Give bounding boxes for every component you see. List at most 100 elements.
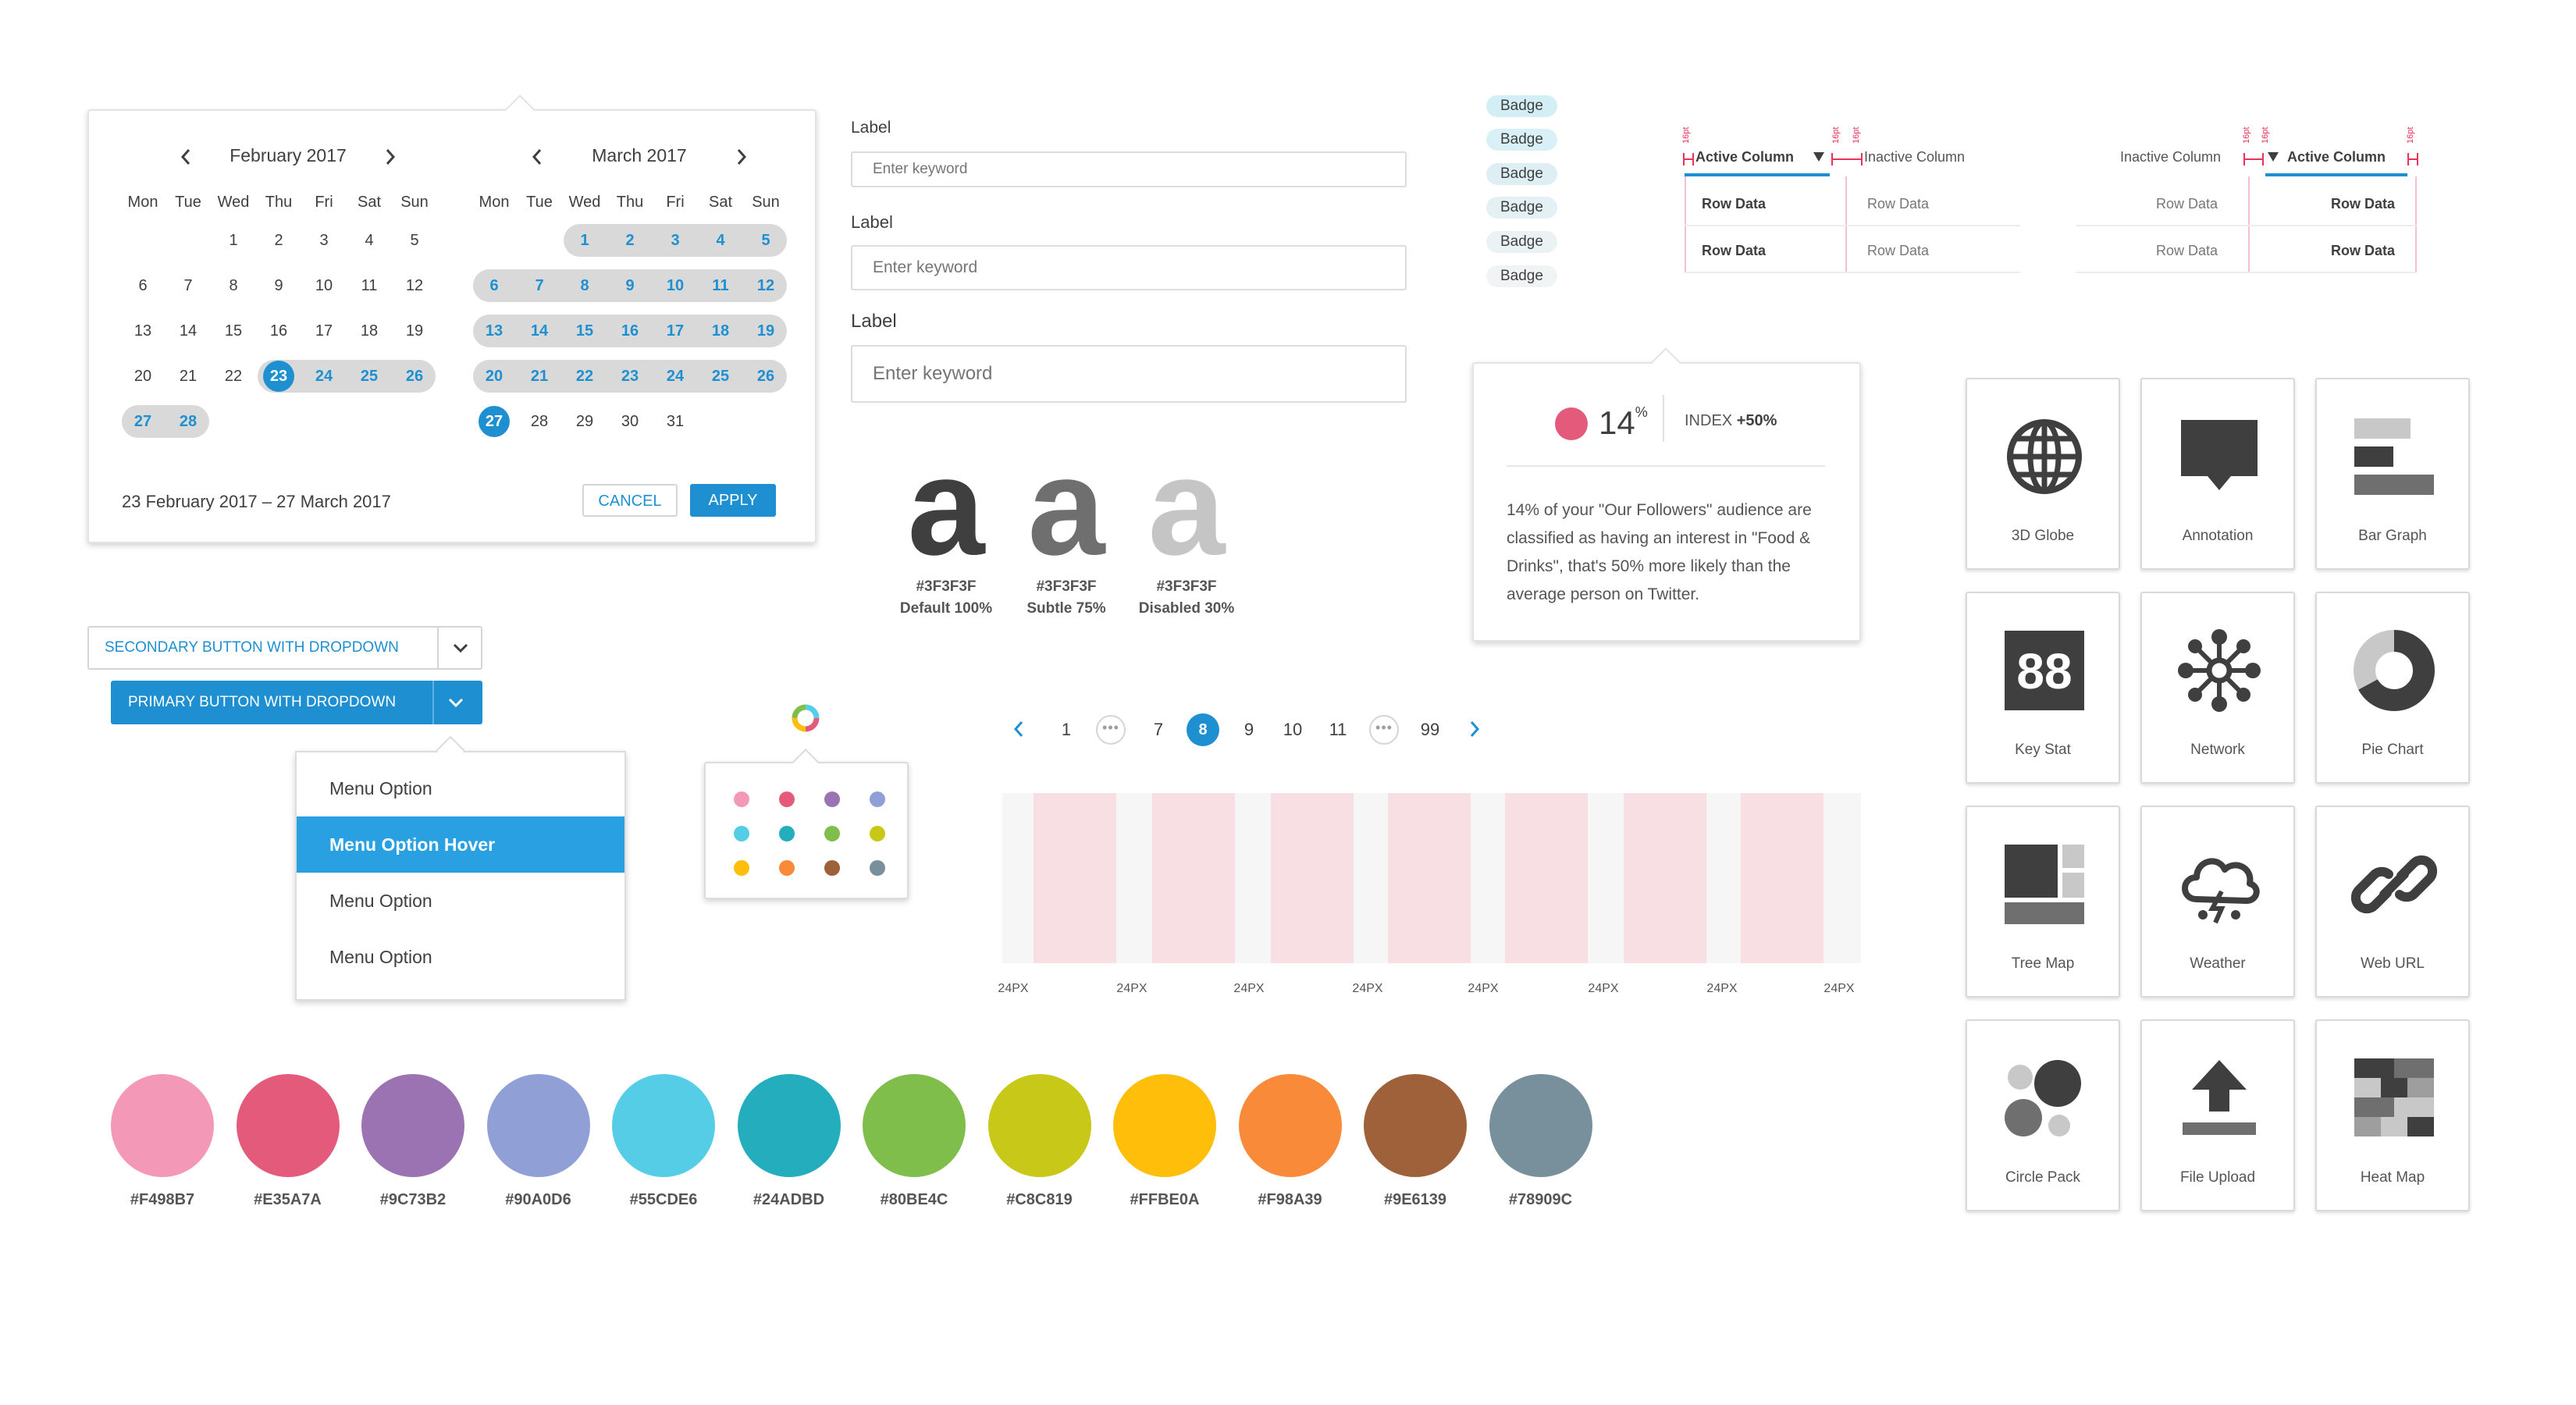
primary-dropdown-button[interactable]: PRIMARY BUTTON WITH DROPDOWN bbox=[111, 681, 482, 724]
calendar-day[interactable]: 22 bbox=[562, 360, 607, 393]
calendar-day[interactable]: 12 bbox=[743, 269, 788, 302]
palette-swatch[interactable] bbox=[779, 791, 795, 807]
sort-down-icon[interactable] bbox=[2267, 151, 2279, 162]
icon-card-network[interactable]: Network bbox=[2140, 592, 2295, 784]
calendar-day[interactable]: 18 bbox=[698, 315, 743, 347]
palette-swatch[interactable] bbox=[824, 860, 840, 876]
page-link[interactable]: 10 bbox=[1277, 717, 1308, 743]
calendar-day[interactable]: 22 bbox=[211, 360, 256, 393]
calendar-day[interactable]: 3 bbox=[301, 224, 347, 257]
sort-down-icon[interactable] bbox=[1813, 151, 1825, 162]
calendar-day[interactable]: 1 bbox=[211, 224, 256, 257]
palette-swatch[interactable] bbox=[870, 791, 885, 807]
calendar-day[interactable]: 10 bbox=[301, 269, 347, 302]
column-header-inactive[interactable]: Inactive Column bbox=[2120, 148, 2221, 165]
chevron-down-icon[interactable] bbox=[451, 640, 470, 656]
calendar-day[interactable]: 6 bbox=[120, 269, 165, 302]
page-link[interactable]: 7 bbox=[1143, 717, 1174, 743]
color-wheel-icon[interactable] bbox=[790, 702, 821, 734]
palette-swatch[interactable] bbox=[870, 826, 885, 841]
calendar-day[interactable]: 21 bbox=[517, 360, 562, 393]
menu-item[interactable]: Menu Option bbox=[297, 760, 624, 816]
palette-swatch[interactable] bbox=[824, 826, 840, 841]
calendar-day[interactable]: 29 bbox=[562, 405, 607, 438]
calendar-day[interactable]: 17 bbox=[301, 315, 347, 347]
icon-card-heat-map[interactable]: Heat Map bbox=[2315, 1019, 2470, 1211]
calendar-day[interactable]: 16 bbox=[256, 315, 301, 347]
calendar-day[interactable]: 8 bbox=[211, 269, 256, 302]
chevron-left-icon[interactable] bbox=[1010, 718, 1027, 740]
calendar-day[interactable]: 23 bbox=[607, 360, 653, 393]
palette-swatch[interactable] bbox=[734, 826, 749, 841]
calendar-day[interactable]: 16 bbox=[607, 315, 653, 347]
chevron-down-icon[interactable] bbox=[447, 695, 465, 710]
calendar-day[interactable]: 18 bbox=[347, 315, 392, 347]
search-input-medium[interactable] bbox=[851, 245, 1407, 290]
menu-item-hover[interactable]: Menu Option Hover bbox=[297, 816, 624, 873]
page-link[interactable]: 99 bbox=[1414, 717, 1446, 743]
page-link[interactable]: 11 bbox=[1322, 717, 1354, 743]
calendar-day[interactable]: 13 bbox=[120, 315, 165, 347]
icon-card-bar-graph[interactable]: Bar Graph bbox=[2315, 378, 2470, 570]
calendar-day[interactable]: 14 bbox=[165, 315, 211, 347]
calendar-day[interactable]: 2 bbox=[256, 224, 301, 257]
calendar-day[interactable]: 5 bbox=[392, 224, 437, 257]
column-header-active[interactable]: Active Column bbox=[2287, 148, 2386, 165]
search-input-small[interactable] bbox=[851, 151, 1407, 187]
column-header-active[interactable]: Active Column bbox=[1695, 148, 1794, 165]
calendar-day[interactable]: 24 bbox=[301, 360, 347, 393]
calendar-day[interactable]: 4 bbox=[698, 224, 743, 257]
page-ellipsis[interactable]: ••• bbox=[1096, 715, 1126, 745]
icon-card-circle-pack[interactable]: Circle Pack bbox=[1966, 1019, 2120, 1211]
calendar-day[interactable]: 5 bbox=[743, 224, 788, 257]
calendar-day[interactable]: 23 bbox=[256, 360, 301, 393]
calendar-day[interactable]: 10 bbox=[653, 269, 698, 302]
calendar-day[interactable]: 7 bbox=[165, 269, 211, 302]
calendar-day[interactable]: 28 bbox=[165, 405, 211, 438]
calendar-day[interactable]: 31 bbox=[653, 405, 698, 438]
calendar-day[interactable]: 13 bbox=[471, 315, 517, 347]
menu-item[interactable]: Menu Option bbox=[297, 873, 624, 929]
icon-card-pie-chart[interactable]: Pie Chart bbox=[2315, 592, 2470, 784]
menu-item[interactable]: Menu Option bbox=[297, 929, 624, 985]
page-current[interactable]: 8 bbox=[1187, 713, 1219, 746]
calendar-day[interactable]: 25 bbox=[347, 360, 392, 393]
search-input-large[interactable] bbox=[851, 345, 1407, 403]
icon-card-weather[interactable]: Weather bbox=[2140, 806, 2295, 998]
calendar-day[interactable]: 8 bbox=[562, 269, 607, 302]
icon-card-3d-globe[interactable]: 3D Globe bbox=[1966, 378, 2120, 570]
page-link[interactable]: 9 bbox=[1233, 717, 1265, 743]
column-header-inactive[interactable]: Inactive Column bbox=[1864, 148, 1965, 165]
calendar-day[interactable]: 2 bbox=[607, 224, 653, 257]
calendar-day[interactable]: 25 bbox=[698, 360, 743, 393]
calendar-day[interactable]: 17 bbox=[653, 315, 698, 347]
palette-swatch[interactable] bbox=[779, 860, 795, 876]
calendar-day[interactable]: 11 bbox=[347, 269, 392, 302]
calendar-day[interactable]: 15 bbox=[562, 315, 607, 347]
icon-card-annotation[interactable]: Annotation bbox=[2140, 378, 2295, 570]
calendar-day[interactable]: 11 bbox=[698, 269, 743, 302]
calendar-day[interactable]: 14 bbox=[517, 315, 562, 347]
icon-card-file-upload[interactable]: File Upload bbox=[2140, 1019, 2295, 1211]
palette-swatch[interactable] bbox=[734, 860, 749, 876]
calendar-day[interactable]: 19 bbox=[392, 315, 437, 347]
calendar-day[interactable]: 21 bbox=[165, 360, 211, 393]
calendar-day[interactable]: 26 bbox=[743, 360, 788, 393]
calendar-day[interactable]: 20 bbox=[120, 360, 165, 393]
palette-swatch[interactable] bbox=[779, 826, 795, 841]
chevron-right-icon[interactable] bbox=[732, 147, 751, 167]
calendar-day[interactable]: 9 bbox=[256, 269, 301, 302]
chevron-right-icon[interactable] bbox=[1466, 718, 1483, 740]
calendar-day[interactable]: 15 bbox=[211, 315, 256, 347]
palette-swatch[interactable] bbox=[870, 860, 885, 876]
calendar-day[interactable]: 26 bbox=[392, 360, 437, 393]
palette-swatch[interactable] bbox=[734, 791, 749, 807]
cancel-button[interactable]: CANCEL bbox=[582, 484, 678, 517]
calendar-day[interactable]: 12 bbox=[392, 269, 437, 302]
page-ellipsis[interactable]: ••• bbox=[1369, 715, 1399, 745]
icon-card-web-url[interactable]: Web URL bbox=[2315, 806, 2470, 998]
calendar-day[interactable]: 4 bbox=[347, 224, 392, 257]
calendar-day[interactable]: 27 bbox=[471, 405, 517, 438]
calendar-day[interactable]: 7 bbox=[517, 269, 562, 302]
calendar-day[interactable]: 27 bbox=[120, 405, 165, 438]
